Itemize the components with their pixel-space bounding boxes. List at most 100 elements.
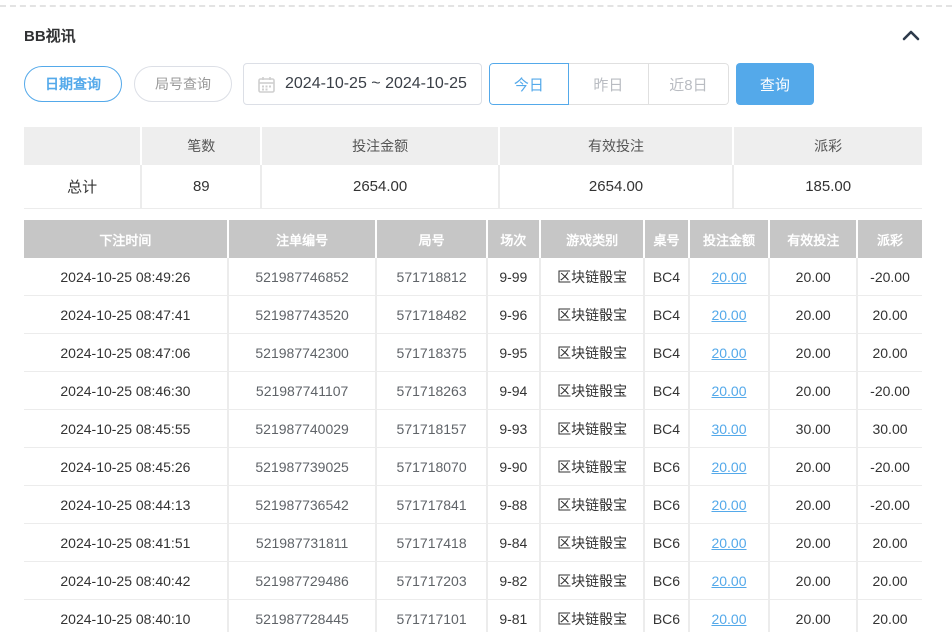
cell-table-no: BC4 — [645, 258, 687, 295]
cell-game: 区块链骰宝 — [541, 410, 643, 447]
tab-recent8[interactable]: 近8日 — [649, 63, 729, 105]
table-row: 2024-10-25 08:47:06521987742300571718375… — [24, 334, 922, 372]
cell-table-no: BC6 — [645, 562, 687, 599]
cell-table-no: BC6 — [645, 600, 687, 632]
cell-time: 2024-10-25 08:45:26 — [24, 448, 227, 485]
cell-payout: 20.00 — [858, 524, 922, 561]
cell-game: 区块链骰宝 — [541, 258, 643, 295]
cell-valid: 30.00 — [770, 410, 856, 447]
bet-col-header: 桌号 — [645, 220, 687, 258]
table-row: 2024-10-25 08:46:30521987741107571718263… — [24, 372, 922, 410]
bet-amount-link[interactable]: 20.00 — [711, 269, 746, 285]
cell-payout: -20.00 — [858, 258, 922, 295]
search-button[interactable]: 查询 — [736, 63, 814, 105]
cell-order: 521987740029 — [229, 410, 376, 447]
cell-session: 9-99 — [488, 258, 539, 295]
table-row: 2024-10-25 08:45:55521987740029571718157… — [24, 410, 922, 448]
cell-round: 571717418 — [377, 524, 485, 561]
cell-session: 9-82 — [488, 562, 539, 599]
chevron-up-icon — [902, 29, 920, 44]
page-title: BB视讯 — [24, 25, 76, 46]
summary-total-value: 185.00 — [734, 165, 922, 208]
cell-valid: 20.00 — [770, 486, 856, 523]
cell-session: 9-95 — [488, 334, 539, 371]
cell-payout: -20.00 — [858, 372, 922, 409]
cell-table-no: BC6 — [645, 524, 687, 561]
bet-col-header: 派彩 — [858, 220, 922, 258]
cell-round: 571718157 — [377, 410, 485, 447]
cell-session: 9-96 — [488, 296, 539, 333]
cell-valid: 20.00 — [770, 524, 856, 561]
cell-session: 9-90 — [488, 448, 539, 485]
cell-time: 2024-10-25 08:47:41 — [24, 296, 227, 333]
cell-table-no: BC6 — [645, 486, 687, 523]
summary-col-header — [24, 127, 140, 165]
cell-round: 571717101 — [377, 600, 485, 632]
cell-game: 区块链骰宝 — [541, 524, 643, 561]
cell-time: 2024-10-25 08:40:10 — [24, 600, 227, 632]
bet-amount-link[interactable]: 20.00 — [711, 345, 746, 361]
cell-round: 571717841 — [377, 486, 485, 523]
cell-game: 区块链骰宝 — [541, 372, 643, 409]
cell-valid: 20.00 — [770, 372, 856, 409]
cell-valid: 20.00 — [770, 600, 856, 632]
summary-col-header: 派彩 — [734, 127, 922, 165]
tab-yesterday[interactable]: 昨日 — [569, 63, 649, 105]
cell-time: 2024-10-25 08:41:51 — [24, 524, 227, 561]
summary-header-row: 笔数投注金额有效投注派彩 — [24, 127, 922, 165]
bet-col-header: 局号 — [377, 220, 485, 258]
summary-col-header: 有效投注 — [500, 127, 732, 165]
bet-amount-cell: 20.00 — [690, 486, 769, 523]
cell-payout: 20.00 — [858, 334, 922, 371]
cell-session: 9-93 — [488, 410, 539, 447]
bet-col-header: 有效投注 — [770, 220, 856, 258]
tab-today[interactable]: 今日 — [489, 63, 569, 105]
table-row: 2024-10-25 08:44:13521987736542571717841… — [24, 486, 922, 524]
summary-total-label: 总计 — [24, 165, 140, 208]
bet-amount-link[interactable]: 20.00 — [711, 383, 746, 399]
bet-amount-link[interactable]: 20.00 — [711, 497, 746, 513]
date-query-button[interactable]: 日期查询 — [24, 66, 122, 102]
cell-game: 区块链骰宝 — [541, 334, 643, 371]
table-row: 2024-10-25 08:40:42521987729486571717203… — [24, 562, 922, 600]
bet-amount-cell: 30.00 — [690, 410, 769, 447]
bet-amount-cell: 20.00 — [690, 448, 769, 485]
cell-order: 521987739025 — [229, 448, 376, 485]
bet-amount-cell: 20.00 — [690, 524, 769, 561]
cell-game: 区块链骰宝 — [541, 486, 643, 523]
bet-amount-link[interactable]: 20.00 — [711, 307, 746, 323]
cell-table-no: BC4 — [645, 296, 687, 333]
bet-amount-link[interactable]: 20.00 — [711, 459, 746, 475]
summary-total-value: 2654.00 — [500, 165, 732, 208]
bet-amount-link[interactable]: 20.00 — [711, 535, 746, 551]
collapse-button[interactable] — [900, 27, 922, 43]
cell-session: 9-88 — [488, 486, 539, 523]
cell-time: 2024-10-25 08:46:30 — [24, 372, 227, 409]
cell-game: 区块链骰宝 — [541, 448, 643, 485]
bet-amount-link[interactable]: 30.00 — [711, 421, 746, 437]
bet-records-table: 下注时间注单编号局号场次游戏类别桌号投注金额有效投注派彩 2024-10-25 … — [24, 220, 922, 632]
bet-amount-link[interactable]: 20.00 — [711, 573, 746, 589]
bet-amount-link[interactable]: 20.00 — [711, 611, 746, 627]
cell-table-no: BC4 — [645, 410, 687, 447]
summary-col-header: 投注金额 — [262, 127, 497, 165]
cell-payout: 30.00 — [858, 410, 922, 447]
round-query-button[interactable]: 局号查询 — [134, 66, 232, 102]
filter-row: 日期查询 局号查询 2024-10-25 ~ 2024-10-25 今日昨日近8… — [24, 63, 922, 105]
bet-amount-cell: 20.00 — [690, 562, 769, 599]
summary-total-value: 2654.00 — [262, 165, 497, 208]
cell-table-no: BC4 — [645, 334, 687, 371]
cell-order: 521987731811 — [229, 524, 376, 561]
bb-video-panel: BB视讯 日期查询 局号查询 2024-10-25 ~ 2024-10-25 今… — [0, 23, 952, 632]
cell-order: 521987743520 — [229, 296, 376, 333]
cell-valid: 20.00 — [770, 258, 856, 295]
date-range-input[interactable]: 2024-10-25 ~ 2024-10-25 — [243, 63, 482, 105]
table-row: 2024-10-25 08:41:51521987731811571717418… — [24, 524, 922, 562]
cell-round: 571718812 — [377, 258, 485, 295]
cell-payout: -20.00 — [858, 486, 922, 523]
cell-round: 571717203 — [377, 562, 485, 599]
cell-valid: 20.00 — [770, 562, 856, 599]
cell-round: 571718070 — [377, 448, 485, 485]
summary-table: 笔数投注金额有效投注派彩 总计892654.002654.00185.00 — [24, 127, 922, 209]
summary-total-row: 总计892654.002654.00185.00 — [24, 165, 922, 209]
